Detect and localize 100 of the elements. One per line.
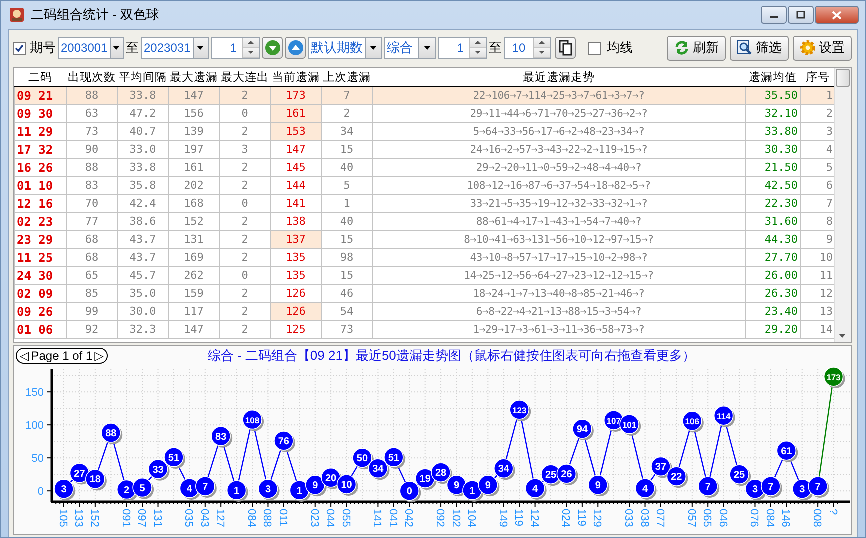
table-cell: 131 — [168, 230, 220, 248]
data-point: 25 — [730, 464, 752, 486]
data-point: 106 — [682, 411, 704, 433]
table-cell: 47.2 — [118, 104, 168, 122]
y-tick-label: 0 — [38, 486, 44, 498]
x-tick-label: 044 — [324, 509, 336, 528]
step-spinbox[interactable]: 1 — [211, 37, 260, 59]
x-tick-label: 065 — [701, 509, 714, 528]
previous-page-button[interactable]: ◁ — [20, 349, 30, 363]
table-cell: 77 — [66, 212, 118, 230]
table-cell: 23 29 — [14, 230, 66, 248]
data-point: 18 — [86, 469, 107, 491]
x-tick-label: 146 — [780, 509, 792, 528]
up-arrow-button[interactable] — [285, 37, 306, 59]
chart-title: 综合 - 二码组合【09 21】最近50遗漏走势图（鼠标右健按住图表可向右拖查看更多） — [208, 347, 696, 365]
period-checkbox[interactable] — [13, 42, 26, 54]
category-combobox[interactable]: 综合 — [384, 37, 436, 59]
data-label: 101 — [622, 420, 637, 430]
table-cell: 44.30 — [746, 230, 800, 248]
table-cell: 156 — [168, 104, 220, 122]
scrollbar-thumb[interactable] — [836, 69, 850, 87]
table-cell: 0 — [220, 194, 270, 212]
search-icon — [737, 40, 753, 56]
data-point: 9 — [588, 475, 610, 497]
next-page-button[interactable]: ▷ — [94, 349, 104, 363]
filter-button[interactable]: 筛选 — [730, 36, 789, 60]
table-cell: 01 06 — [14, 320, 66, 338]
end-period-combobox[interactable]: 2023031 — [141, 37, 209, 59]
table-cell: 73 — [322, 320, 372, 338]
table-cell: 8→10→41→63→131→56→10→12→97→15→? — [372, 230, 746, 248]
data-label: 3 — [265, 484, 272, 496]
data-label: 108 — [245, 415, 260, 426]
data-point: 1 — [226, 480, 248, 502]
data-point: 9 — [478, 475, 500, 497]
x-tick-label: 097 — [136, 509, 148, 528]
refresh-button[interactable]: 刷新 — [667, 36, 726, 60]
table-cell: 2 — [220, 158, 270, 176]
copy-button[interactable] — [555, 37, 576, 59]
table-cell: 90 — [66, 140, 118, 158]
x-tick-label: 141 — [371, 509, 384, 528]
x-tick-label: 023 — [308, 509, 320, 528]
data-point: 51 — [164, 448, 186, 469]
table-cell: 2 — [220, 86, 270, 104]
x-tick-label: 124 — [528, 509, 540, 528]
caret-icon — [197, 46, 204, 50]
close-button[interactable] — [815, 6, 859, 24]
table-cell: 09 26 — [14, 302, 66, 320]
column-header[interactable]: 序号 — [800, 68, 836, 86]
table-cell: 1→29→17→3→61→3→11→36→58→73→? — [372, 320, 746, 338]
range-mode-combobox[interactable]: 默认期数 — [308, 37, 382, 59]
scrollbar[interactable] — [834, 68, 851, 342]
table-cell: 2 — [220, 320, 270, 338]
table-cell: 24→16→2→57→3→43→22→2→119→15→? — [372, 140, 746, 158]
data-point: 4 — [525, 478, 547, 500]
table-cell: 17 32 — [14, 140, 66, 158]
to-label: 至 — [489, 39, 502, 57]
minimize-button[interactable] — [761, 6, 787, 24]
data-label: 114 — [716, 411, 731, 422]
table-cell: 3 — [220, 140, 270, 158]
table-cell: 22→106→7→114→25→3→7→61→3→7→? — [372, 86, 746, 104]
data-label: 1 — [470, 486, 476, 497]
table-cell: 40 — [322, 158, 372, 176]
data-point: 76 — [274, 431, 296, 452]
max-spinbox[interactable]: 10 — [504, 37, 551, 59]
table-cell: 11 25 — [14, 248, 66, 266]
data-label: 50 — [356, 454, 368, 465]
data-label: 51 — [168, 452, 180, 464]
min-spinbox[interactable]: 1 — [438, 37, 487, 59]
table-cell: 147 — [168, 86, 220, 104]
data-label: 28 — [435, 468, 448, 480]
table-cell: 29→11→44→6→71→70→25→27→36→2→? — [372, 104, 746, 122]
period-label: 期号 — [30, 39, 56, 57]
table-cell: 09 30 — [14, 104, 66, 122]
x-tick-label: 149 — [496, 509, 509, 528]
maximize-button[interactable] — [788, 6, 814, 24]
settings-button[interactable]: 设置 — [793, 36, 852, 60]
table-cell: 30.0 — [118, 302, 168, 320]
data-point: 4 — [635, 478, 657, 500]
data-label: 1 — [296, 486, 303, 497]
average-line-checkbox[interactable] — [588, 42, 601, 54]
down-arrow-button[interactable] — [262, 37, 283, 59]
close-icon — [832, 10, 842, 20]
x-tick-label: 042 — [402, 509, 415, 528]
window-title: 二码组合统计 - 双色球 — [31, 6, 160, 24]
table-cell: 117 — [168, 302, 220, 320]
table-cell: 11 29 — [14, 122, 66, 140]
table-cell: 65 — [66, 266, 118, 284]
data-label: 3 — [800, 484, 806, 496]
data-point: 7 — [195, 476, 217, 498]
data-point: 3 — [258, 479, 280, 501]
table-cell: 09 21 — [14, 86, 66, 104]
table-cell: 32.10 — [746, 104, 800, 122]
table-cell: 2 — [220, 212, 270, 230]
start-period-combobox[interactable]: 2003001 — [58, 37, 124, 59]
table-cell: 173 — [270, 86, 322, 104]
data-point: 7 — [761, 476, 782, 498]
data-point: 173 — [824, 367, 846, 388]
table-cell: 42.50 — [746, 176, 800, 194]
data-point: 61 — [776, 440, 798, 462]
table-cell: 15 — [322, 230, 372, 248]
